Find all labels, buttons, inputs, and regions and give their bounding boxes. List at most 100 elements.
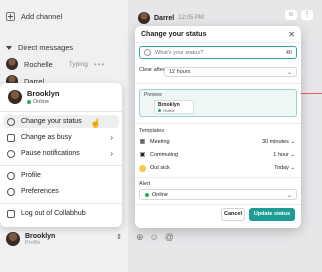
divider xyxy=(135,177,301,178)
menu-item-logout[interactable]: Log out of Collabhub xyxy=(3,207,119,220)
preview-status: Online xyxy=(158,108,190,113)
message-author: Darrel xyxy=(154,14,175,22)
clear-after-label: Clear after: xyxy=(139,67,167,73)
menu-item-label: Log out of Collabhub xyxy=(21,210,86,217)
divider xyxy=(0,111,122,112)
menu-item-preferences[interactable]: Preferences xyxy=(3,185,119,198)
template-duration[interactable]: 30 minutes ⌄ xyxy=(262,139,295,145)
template-label: Out sick xyxy=(150,165,170,171)
chevron-right-icon: › xyxy=(110,149,113,158)
busy-icon xyxy=(7,133,15,142)
calendar-icon: ▦ xyxy=(139,138,146,145)
new-messages-divider xyxy=(300,93,322,94)
divider xyxy=(135,204,301,205)
avatar xyxy=(6,58,18,70)
direct-messages-label: Direct messages xyxy=(18,43,74,52)
change-status-modal: Change your status ✕ 40 Clear after: 12 … xyxy=(135,26,301,228)
template-duration[interactable]: 1 hour ⌄ xyxy=(273,152,295,158)
chevron-down-icon: ⌄ xyxy=(286,70,292,76)
pointer-cursor-icon: ☝ xyxy=(90,118,102,128)
update-status-button[interactable]: Update status xyxy=(249,208,295,221)
message-time: 12:05 PM xyxy=(178,15,204,21)
status-input[interactable] xyxy=(155,49,282,56)
menu-item-pause-notifications[interactable]: Pause notifications › xyxy=(3,147,119,160)
menu-item-profile[interactable]: Profile xyxy=(3,169,119,182)
chevron-updown-icon: ⇕ xyxy=(116,234,122,241)
profile-menu: Brooklyn Online Change your status Chang… xyxy=(0,83,122,227)
online-dot-icon xyxy=(158,109,161,112)
preview-card: Brooklyn Online xyxy=(154,100,194,114)
divider xyxy=(0,203,122,204)
caret-down-icon xyxy=(6,45,12,50)
template-label: Commuting xyxy=(150,152,179,158)
template-duration[interactable]: Today ⌄ xyxy=(274,165,295,171)
avatar xyxy=(138,12,150,24)
emoji-picker-icon[interactable] xyxy=(144,49,151,56)
modal-title: Change your status xyxy=(141,31,207,38)
chevron-down-icon: ⌄ xyxy=(286,193,292,199)
alert-select[interactable]: Online ⌄ xyxy=(139,189,297,200)
template-label: Meeting xyxy=(150,139,170,145)
preview-label: Preview xyxy=(144,92,162,98)
divider xyxy=(135,123,301,124)
online-dot-icon xyxy=(145,192,149,197)
user-icon xyxy=(7,171,15,180)
templates-label: Templates xyxy=(139,128,165,134)
add-channel-row[interactable]: Add channel xyxy=(6,12,62,21)
menu-item-label: Profile xyxy=(21,172,41,179)
gear-icon xyxy=(7,187,15,196)
menu-item-label: Preferences xyxy=(21,188,59,195)
profile-name: Brooklyn xyxy=(27,89,60,98)
react-icon[interactable]: ☺ xyxy=(285,10,297,20)
menu-item-label: Change as busy xyxy=(21,134,72,141)
divider xyxy=(135,83,301,84)
message-header: Darrel 12:05 PM xyxy=(138,12,204,24)
clear-after-row: Clear after: xyxy=(139,67,166,73)
menu-header: Brooklyn Online xyxy=(8,89,60,105)
bell-off-icon xyxy=(7,149,15,158)
divider xyxy=(0,165,122,166)
avatar xyxy=(6,232,20,246)
preview-box: Preview Brooklyn Online xyxy=(139,89,297,117)
chevron-right-icon: › xyxy=(110,133,113,142)
menu-item-label: Pause notifications xyxy=(21,150,80,157)
logout-icon xyxy=(7,209,15,218)
preview-status-label: Online xyxy=(163,108,175,113)
status-input-wrapper: 40 xyxy=(139,46,297,59)
app-frame: Add channel Direct messages Rochelle Typ… xyxy=(0,0,322,272)
composer-tools: ⊕ ☺ @ xyxy=(136,232,174,243)
online-dot-icon xyxy=(27,100,31,104)
clear-after-select[interactable]: 12 hours ⌄ xyxy=(164,67,297,77)
menu-item-label: Change your status xyxy=(21,118,82,125)
template-commuting[interactable]: ▣ Commuting 1 hour ⌄ xyxy=(139,150,297,160)
direct-messages-header[interactable]: Direct messages xyxy=(6,43,73,52)
alert-label: Alert xyxy=(139,181,151,187)
clear-after-value: 12 hours xyxy=(169,69,191,75)
avatar xyxy=(8,90,22,104)
plus-icon xyxy=(6,12,15,21)
char-count: 40 xyxy=(285,49,292,56)
menu-item-change-status[interactable]: Change your status xyxy=(3,115,119,128)
cancel-button[interactable]: Cancel xyxy=(221,208,245,221)
template-meeting[interactable]: ▦ Meeting 30 minutes ⌄ xyxy=(139,137,297,147)
divider xyxy=(135,42,301,43)
template-out-sick[interactable]: Out sick Today ⌄ xyxy=(139,163,297,173)
bus-icon: ▣ xyxy=(139,151,146,158)
add-channel-label: Add channel xyxy=(21,12,63,21)
user-name: Brooklyn xyxy=(25,232,56,240)
smile-icon xyxy=(7,117,15,126)
more-icon[interactable]: ⋮ xyxy=(301,10,313,20)
add-icon[interactable]: ⊕ xyxy=(136,232,144,243)
emoji-icon[interactable]: ☺ xyxy=(150,232,159,243)
sick-face-icon xyxy=(139,164,146,172)
typing-indicator: Typing xyxy=(68,60,88,68)
alert-value: Online xyxy=(152,191,168,198)
dm-item-rochelle[interactable]: Rochelle Typing ••• xyxy=(6,58,105,70)
menu-item-change-busy[interactable]: Change as busy › xyxy=(3,131,119,144)
user-subtitle: Profile xyxy=(25,239,41,246)
mention-icon[interactable]: @ xyxy=(165,232,174,243)
close-icon[interactable]: ✕ xyxy=(288,30,295,39)
user-bar[interactable]: Brooklyn Profile ⇕ xyxy=(6,230,122,248)
dm-name: Rochelle xyxy=(24,59,53,69)
online-label: Online xyxy=(33,99,49,105)
